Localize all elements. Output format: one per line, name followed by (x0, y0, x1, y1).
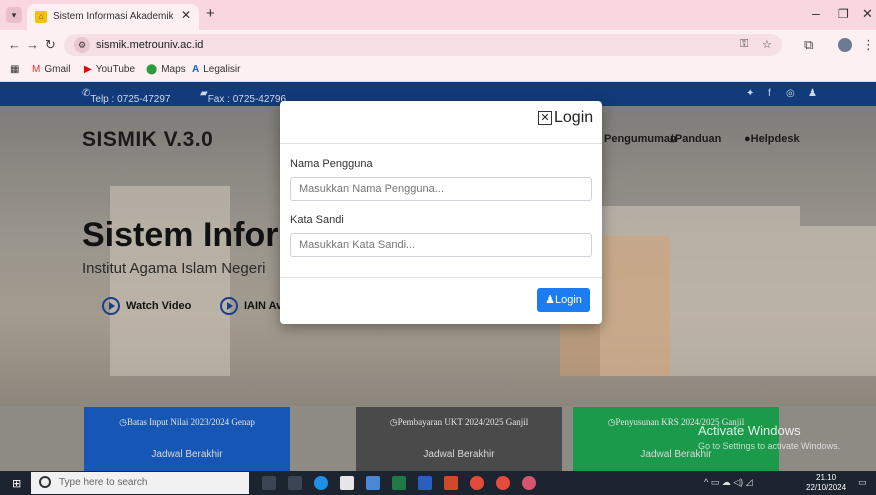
notifications-icon[interactable]: ▭ (858, 477, 867, 488)
password-label: Kata Sandi (290, 214, 344, 226)
schedule-card-ukt[interactable]: ◷Pembayaran UKT 2024/2025 Ganjil Jadwal … (356, 407, 562, 471)
building-image (800, 226, 876, 376)
reload-icon[interactable]: ↻ (45, 37, 56, 53)
play-circle-icon (220, 297, 238, 315)
card-subtitle: Jadwal Berakhir (151, 449, 223, 460)
tab-search-icon[interactable]: ▾ (6, 7, 22, 23)
browser-toolbar: ← → ↻ ⚙ sismik.metrouniv.ac.id ⚿ ☆ ⧉ ⋮ (0, 30, 876, 60)
password-key-icon[interactable]: ⚿ (740, 38, 748, 51)
edge-browser-icon[interactable] (314, 476, 328, 490)
back-arrow-icon[interactable]: ← (8, 37, 21, 52)
bookmarks-bar: ▦ M Gmail ▶ YouTube ⬤ Maps A Legalisir (0, 60, 876, 82)
username-input[interactable] (290, 177, 592, 201)
play-circle-icon (102, 297, 120, 315)
extensions-icon[interactable]: ⧉ (804, 37, 813, 53)
cortana-circle-icon (39, 476, 51, 488)
browser-menu-icon[interactable]: ⋮ (862, 37, 875, 53)
site-favicon-icon: ⌂ (35, 11, 47, 23)
tab-title: Sistem Informasi Akademik [SIS (53, 11, 173, 22)
gmail-icon: M (32, 64, 41, 75)
card-title: ◷Batas Input Nilai 2023/2024 Genap (119, 417, 255, 427)
help-circle-icon: ● (744, 133, 751, 145)
apps-grid-icon[interactable]: ▦ (10, 64, 19, 75)
file-explorer-icon[interactable] (366, 476, 380, 490)
window-restore-icon[interactable]: ❐ (838, 7, 849, 21)
bookmark-youtube[interactable]: ▶ YouTube (84, 64, 135, 75)
schedule-card-krs[interactable]: ◷Penyusunan KRS 2024/2025 Ganjil Jadwal … (573, 407, 779, 471)
phone-text: ✆ Telp : 0725-47297 (82, 88, 171, 105)
tray-icons[interactable]: ^ ▭ ☁ ◁) ◿ (704, 477, 753, 488)
card-title: ◷Pembayaran UKT 2024/2025 Ganjil (389, 417, 529, 427)
store-icon[interactable] (340, 476, 354, 490)
profile-avatar[interactable] (838, 38, 852, 52)
browser-tabstrip: ▾ ⌂ Sistem Informasi Akademik [SIS ✕ + –… (0, 0, 876, 30)
login-submit-button[interactable]: ♟Login (537, 288, 590, 312)
legalisir-icon: A (192, 64, 200, 75)
chrome-icon[interactable] (470, 476, 484, 490)
window-close-icon[interactable]: ✕ (862, 6, 873, 22)
facebook-icon[interactable]: f (768, 88, 771, 99)
site-brand[interactable]: SISMIK V.3.0 (82, 128, 213, 152)
activate-windows-title: Activate Windows (698, 423, 801, 438)
youtube-icon: ▶ (84, 64, 92, 75)
modal-close-button[interactable]: ✕ Login (538, 109, 593, 127)
app-icon[interactable] (444, 476, 458, 490)
taskbar-search-placeholder: Type here to search (59, 477, 148, 488)
clock-date: 22/10/2024 (806, 483, 847, 492)
fax-text: ▰ Fax : 0725-42796 (200, 88, 287, 105)
site-info-icon[interactable]: ⚙ (74, 37, 90, 53)
new-tab-icon[interactable]: + (206, 5, 215, 22)
activate-windows-hint: Go to Settings to activate Windows. (698, 441, 841, 451)
modal-divider (280, 143, 602, 144)
instagram-icon[interactable]: ◎ (786, 88, 795, 99)
clock-time: 21.10 (816, 473, 837, 482)
nav-pengumuman[interactable]: Pengumuman (604, 133, 677, 145)
maps-pin-icon: ⬤ (146, 64, 158, 75)
bookmark-maps[interactable]: ⬤ Maps (146, 64, 186, 75)
task-view-icon[interactable] (288, 476, 302, 490)
card-subtitle: Jadwal Berakhir (423, 449, 495, 460)
microphone-icon[interactable] (262, 476, 276, 490)
password-input[interactable] (290, 233, 592, 257)
schedule-card-nilai[interactable]: ◷Batas Input Nilai 2023/2024 Genap Jadwa… (84, 407, 290, 471)
nav-helpdesk[interactable]: ●Helpdesk (744, 133, 800, 145)
url-text: sismik.metrouniv.ac.id (96, 39, 204, 51)
modal-divider (280, 277, 602, 278)
bookmark-gmail[interactable]: M Gmail (32, 64, 70, 75)
username-label: Nama Pengguna (290, 158, 373, 170)
building-image (110, 186, 230, 376)
nav-panduan[interactable]: ⤓Panduan (670, 133, 721, 146)
close-icon: ✕ (538, 111, 552, 125)
bookmark-star-icon[interactable]: ☆ (762, 38, 772, 51)
forward-arrow-icon[interactable]: → (26, 37, 39, 52)
user-icon[interactable]: ♟ (808, 88, 817, 99)
word-icon[interactable] (418, 476, 432, 490)
taskbar-clock[interactable]: 21.10 22/10/2024 (806, 473, 846, 493)
twitter-icon[interactable]: ✦ (746, 88, 754, 99)
modal-title: Login (554, 109, 594, 126)
chrome-active-icon[interactable] (522, 476, 536, 490)
bookmark-legalisir[interactable]: A Legalisir (192, 64, 240, 75)
windows-taskbar: ⊞ Type here to search ^ ▭ ☁ ◁) ◿ 21.10 2… (0, 471, 876, 495)
watch-video-button[interactable]: Watch Video (102, 297, 191, 315)
chrome-icon[interactable] (496, 476, 510, 490)
taskbar-search-box[interactable]: Type here to search (31, 472, 249, 494)
user-icon: ♟ (545, 294, 555, 306)
login-modal: ✕Login Nama Pengguna Kata Sandi ♟Login (280, 101, 602, 324)
window-minimize-icon[interactable]: – (812, 5, 820, 21)
tab-close-icon[interactable]: ✕ (181, 8, 191, 22)
hero-subtitle: Institut Agama Islam Negeri (82, 260, 266, 277)
iain-video-button[interactable]: IAIN Av (220, 297, 282, 315)
browser-tab[interactable]: ⌂ Sistem Informasi Akademik [SIS ✕ (27, 4, 199, 30)
excel-icon[interactable] (392, 476, 406, 490)
address-bar[interactable]: ⚙ sismik.metrouniv.ac.id ⚿ ☆ (64, 34, 782, 56)
windows-start-icon[interactable]: ⊞ (12, 477, 21, 490)
